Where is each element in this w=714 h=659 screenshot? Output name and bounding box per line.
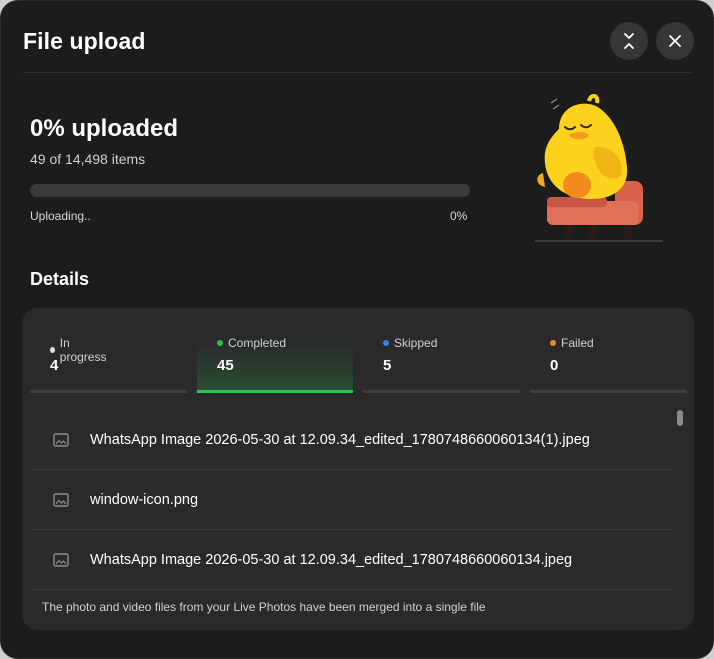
file-list-item[interactable]: WhatsApp Image 2026-05-30 at 12.09.34_ed… [32,530,674,590]
tab-underline [197,390,353,393]
close-button[interactable] [656,22,694,60]
status-dot-icon [217,340,223,346]
file-list-item[interactable]: WhatsApp Image 2026-05-30 at 12.09.34_ed… [32,410,674,470]
file-name: WhatsApp Image 2026-05-30 at 12.09.34_ed… [90,432,590,448]
collapse-button[interactable] [610,22,648,60]
image-icon [53,493,69,507]
details-heading: Details [30,269,90,289]
file-list-scrollbar[interactable] [677,410,683,426]
tab-count: 0 [550,357,559,374]
upload-percent-heading: 0% uploaded [30,115,179,142]
file-upload-dialog: File upload 0% uploaded 49 of 14,498 ite… [0,0,714,659]
file-name: WhatsApp Image 2026-05-30 at 12.09.34_ed… [90,552,573,568]
tab-count: 5 [383,357,392,374]
status-dot-icon [383,340,389,346]
tab-label: Skipped [383,336,437,350]
tab-underline [363,390,520,393]
tab-label: In progress [50,336,108,364]
header-divider [23,72,691,73]
details-panel: In progress 4 Completed 45 Skipped 5 Fai… [22,308,694,630]
tab-count: 4 [50,357,59,374]
tab-label-text: Completed [228,336,287,350]
tab-label-text: In progress [59,336,107,364]
upload-items-count: 49 of 14,498 items [30,151,146,167]
dialog-header: File upload [1,1,713,73]
close-icon [669,35,681,47]
tab-count: 45 [217,357,234,374]
live-photos-note: The photo and video files from your Live… [42,600,486,614]
upload-progress-bar [30,184,470,197]
upload-percent-label: 0% [450,209,468,223]
tab-label-text: Skipped [394,336,438,350]
duck-mascot-illustration [535,94,663,242]
collapse-icon [624,33,634,49]
status-dot-icon [50,347,55,353]
status-dot-icon [550,340,556,346]
file-name: window-icon.png [90,492,199,508]
tab-label: Failed [550,336,594,350]
tab-underline [530,390,687,393]
upload-status-text: Uploading.. [30,209,91,223]
tab-underline [30,390,187,393]
tab-label-text: Failed [561,336,594,350]
file-list-item[interactable]: window-icon.png [32,470,674,530]
image-icon [53,553,69,567]
image-icon [53,433,69,447]
dialog-title: File upload [23,28,146,54]
tab-label: Completed [217,336,286,350]
